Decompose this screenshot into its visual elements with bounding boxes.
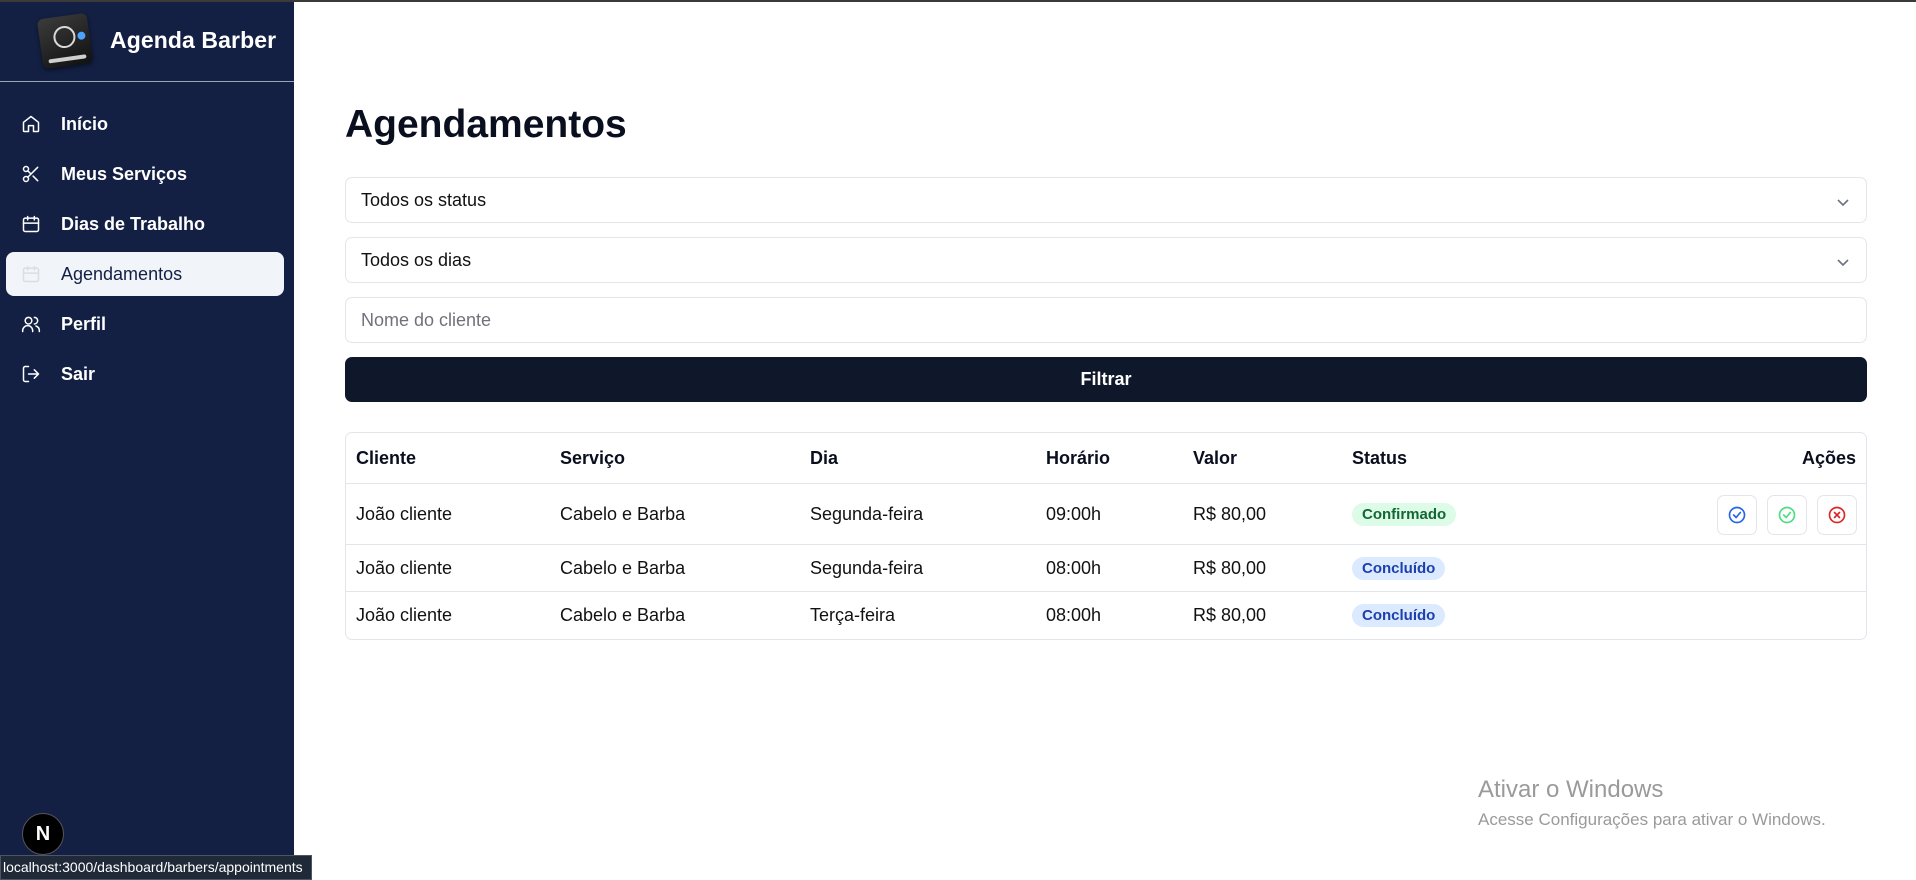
cell-servico: Cabelo e Barba — [560, 605, 686, 625]
sidebar-item-label: Sair — [61, 363, 96, 384]
day-filter-select[interactable]: Todos os dias — [345, 237, 1867, 283]
table-row: João cliente Cabelo e Barba Segunda-feir… — [346, 545, 1866, 592]
column-header-horario: Horário — [1046, 447, 1111, 468]
page-title: Agendamentos — [345, 103, 627, 146]
cell-cliente: João cliente — [356, 605, 453, 625]
home-icon — [22, 115, 40, 133]
confirm-appointment-button[interactable] — [1717, 495, 1757, 535]
logout-icon — [22, 365, 40, 383]
complete-appointment-button[interactable] — [1767, 495, 1807, 535]
cell-valor: R$ 80,00 — [1193, 605, 1267, 625]
windows-activation-watermark: Ativar o Windows Acesse Configurações pa… — [1478, 776, 1826, 830]
client-name-field[interactable] — [345, 297, 1867, 343]
sidebar: Agenda Barber Início Meus Serviços Dias … — [0, 0, 294, 880]
sidebar-item-label: Agendamentos — [61, 263, 183, 284]
cell-horario: 08:00h — [1046, 557, 1102, 578]
cell-cliente: João cliente — [356, 503, 453, 524]
cell-dia: Segunda-feira — [810, 503, 924, 524]
circle-x-icon — [1828, 506, 1846, 524]
users-icon — [21, 316, 41, 333]
watermark-title: Ativar o Windows — [1478, 776, 1664, 803]
cell-valor: R$ 80,00 — [1193, 557, 1267, 578]
column-header-cliente: Cliente — [356, 447, 417, 468]
status-badge: Confirmado — [1352, 502, 1457, 526]
sidebar-item-perfil[interactable]: Perfil — [6, 302, 284, 346]
sidebar-item-sair[interactable]: Sair — [6, 352, 284, 396]
client-name-input[interactable] — [361, 309, 1851, 331]
sidebar-item-label: Início — [61, 113, 109, 134]
chevron-down-icon — [1836, 193, 1850, 207]
nextjs-dev-badge[interactable]: N — [22, 813, 64, 855]
sidebar-nav: Início Meus Serviços Dias de Trabalho Ag… — [0, 82, 294, 396]
sidebar-item-inicio[interactable]: Início — [6, 102, 284, 146]
calendar-icon — [22, 265, 40, 283]
column-header-servico: Serviço — [560, 447, 626, 468]
cell-servico: Cabelo e Barba — [560, 557, 686, 578]
circle-check-icon — [1778, 506, 1796, 524]
sidebar-item-dias-de-trabalho[interactable]: Dias de Trabalho — [6, 202, 284, 246]
sidebar-item-agendamentos[interactable]: Agendamentos — [6, 252, 284, 296]
cell-horario: 09:00h — [1046, 503, 1102, 524]
status-filter-value: Todos os status — [361, 189, 487, 210]
row-actions — [1717, 495, 1857, 535]
cell-servico: Cabelo e Barba — [560, 503, 686, 524]
circle-check-icon — [1728, 506, 1746, 524]
brand-header: Agenda Barber — [0, 0, 294, 82]
cancel-appointment-button[interactable] — [1817, 495, 1857, 535]
column-header-acoes: Ações — [1801, 447, 1856, 468]
sidebar-item-label: Meus Serviços — [61, 163, 188, 184]
cell-dia: Terça-feira — [810, 605, 896, 625]
column-header-status: Status — [1352, 447, 1408, 468]
cell-dia: Segunda-feira — [810, 557, 924, 578]
calendar-icon — [22, 215, 40, 233]
brand-title: Agenda Barber — [110, 27, 277, 53]
column-header-valor: Valor — [1193, 447, 1238, 468]
chevron-down-icon — [1836, 253, 1850, 267]
table-row: João cliente Cabelo e Barba Terça-feira … — [346, 592, 1866, 639]
sidebar-item-meus-servicos[interactable]: Meus Serviços — [6, 152, 284, 196]
cell-valor: R$ 80,00 — [1193, 503, 1267, 524]
watermark-subtitle: Acesse Configurações para ativar o Windo… — [1478, 810, 1826, 829]
browser-status-url: localhost:3000/dashboard/barbers/appoint… — [0, 855, 312, 880]
status-filter-select[interactable]: Todos os status — [345, 177, 1867, 223]
agenda-barber-logo — [36, 12, 94, 69]
filter-button[interactable]: Filtrar — [345, 357, 1867, 402]
window-top-border — [0, 0, 1916, 2]
table-header: Cliente Serviço Dia Horário Valor Status… — [346, 433, 1866, 484]
sidebar-item-label: Dias de Trabalho — [61, 213, 206, 234]
appointments-table: Cliente Serviço Dia Horário Valor Status… — [345, 432, 1867, 640]
column-header-dia: Dia — [810, 447, 839, 468]
cell-horario: 08:00h — [1046, 605, 1102, 625]
status-badge: Concluído — [1352, 556, 1446, 580]
cell-cliente: João cliente — [356, 557, 453, 578]
day-filter-value: Todos os dias — [361, 249, 472, 270]
sidebar-item-label: Perfil — [61, 313, 107, 334]
table-row: João cliente Cabelo e Barba Segunda-feir… — [346, 484, 1866, 545]
status-badge: Concluído — [1352, 604, 1446, 627]
scissors-icon — [22, 165, 39, 183]
